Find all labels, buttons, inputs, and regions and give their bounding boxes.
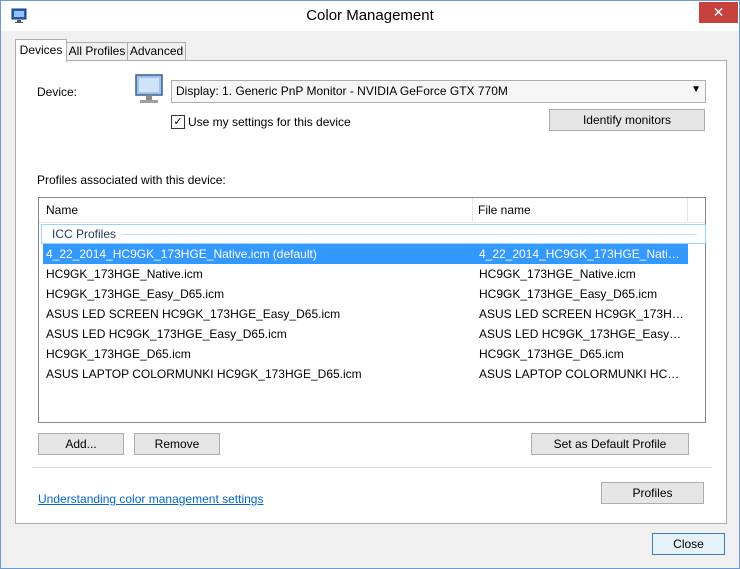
tab-advanced[interactable]: Advanced bbox=[127, 42, 186, 61]
profile-name: 4_22_2014_HC9GK_173HGE_Native.icm (defau… bbox=[46, 247, 317, 261]
device-select[interactable]: Display: 1. Generic PnP Monitor - NVIDIA… bbox=[171, 80, 706, 103]
color-management-window: Color Management ✕ Devices All Profiles … bbox=[0, 0, 740, 569]
profile-row[interactable]: 4_22_2014_HC9GK_173HGE_Native.icm (defau… bbox=[43, 244, 688, 264]
remove-button[interactable]: Remove bbox=[134, 433, 220, 455]
devices-panel: Device: Display: 1. Generic PnP Monitor … bbox=[15, 60, 727, 524]
list-header: Name File name bbox=[39, 198, 705, 223]
device-select-value: Display: 1. Generic PnP Monitor - NVIDIA… bbox=[176, 84, 508, 98]
understanding-color-management-link[interactable]: Understanding color management settings bbox=[38, 492, 263, 506]
identify-monitors-button[interactable]: Identify monitors bbox=[549, 109, 705, 131]
add-button[interactable]: Add... bbox=[38, 433, 124, 455]
profile-file: HC9GK_173HGE_D65.icm bbox=[479, 347, 624, 361]
profile-file: ASUS LAPTOP COLORMUNKI HC9G... bbox=[479, 367, 685, 381]
profile-file: ASUS LED SCREEN HC9GK_173HGE_E... bbox=[479, 307, 685, 321]
profiles-caption: Profiles associated with this device: bbox=[37, 173, 226, 187]
group-divider bbox=[122, 234, 697, 235]
section-divider bbox=[32, 467, 712, 468]
profile-row[interactable]: ASUS LED SCREEN HC9GK_173HGE_Easy_D65.ic… bbox=[43, 304, 688, 324]
profile-file: ASUS LED HC9GK_173HGE_Easy_D65... bbox=[479, 327, 685, 341]
use-my-settings-checkbox[interactable]: ✓ bbox=[171, 115, 185, 129]
column-separator[interactable] bbox=[472, 198, 473, 222]
profile-name: HC9GK_173HGE_Easy_D65.icm bbox=[46, 287, 225, 301]
close-button[interactable]: Close bbox=[652, 533, 725, 555]
profiles-button[interactable]: Profiles bbox=[601, 482, 704, 504]
profile-row[interactable]: ASUS LAPTOP COLORMUNKI HC9GK_173HGE_D65.… bbox=[43, 364, 688, 384]
column-header-file-name[interactable]: File name bbox=[478, 203, 531, 217]
profile-row[interactable]: HC9GK_173HGE_Native.icm HC9GK_173HGE_Nat… bbox=[43, 264, 688, 284]
group-label: ICC Profiles bbox=[52, 227, 117, 241]
window-title: Color Management bbox=[306, 7, 434, 24]
column-separator[interactable] bbox=[687, 198, 688, 222]
title-bar: Color Management ✕ bbox=[1, 1, 739, 31]
profile-name: ASUS LED SCREEN HC9GK_173HGE_Easy_D65.ic… bbox=[46, 307, 341, 321]
profile-name: HC9GK_173HGE_Native.icm bbox=[46, 267, 203, 281]
tab-devices[interactable]: Devices bbox=[15, 39, 67, 62]
tab-all-profiles[interactable]: All Profiles bbox=[66, 42, 128, 61]
profile-name: HC9GK_173HGE_D65.icm bbox=[46, 347, 191, 361]
profile-row[interactable]: HC9GK_173HGE_D65.icm HC9GK_173HGE_D65.ic… bbox=[43, 344, 688, 364]
window-close-button[interactable]: ✕ bbox=[699, 2, 738, 23]
profile-name: ASUS LED HC9GK_173HGE_Easy_D65.icm bbox=[46, 327, 287, 341]
use-my-settings-label: Use my settings for this device bbox=[188, 115, 351, 129]
group-header-icc-profiles[interactable]: ICC Profiles bbox=[41, 224, 706, 244]
profile-row[interactable]: ASUS LED HC9GK_173HGE_Easy_D65.icm ASUS … bbox=[43, 324, 688, 344]
column-header-name[interactable]: Name bbox=[46, 203, 78, 217]
monitor-icon bbox=[135, 74, 163, 103]
profile-file: HC9GK_173HGE_Native.icm bbox=[479, 267, 636, 281]
profile-file: 4_22_2014_HC9GK_173HGE_Native.icm bbox=[479, 247, 685, 261]
set-default-profile-button[interactable]: Set as Default Profile bbox=[531, 433, 689, 455]
chevron-down-icon: ▼ bbox=[691, 84, 701, 95]
profile-row[interactable]: HC9GK_173HGE_Easy_D65.icm HC9GK_173HGE_E… bbox=[43, 284, 688, 304]
profile-name: ASUS LAPTOP COLORMUNKI HC9GK_173HGE_D65.… bbox=[46, 367, 362, 381]
profiles-list[interactable]: Name File name ICC Profiles 4_22_2014_HC… bbox=[38, 197, 706, 423]
device-label: Device: bbox=[37, 85, 78, 99]
profile-file: HC9GK_173HGE_Easy_D65.icm bbox=[479, 287, 658, 301]
